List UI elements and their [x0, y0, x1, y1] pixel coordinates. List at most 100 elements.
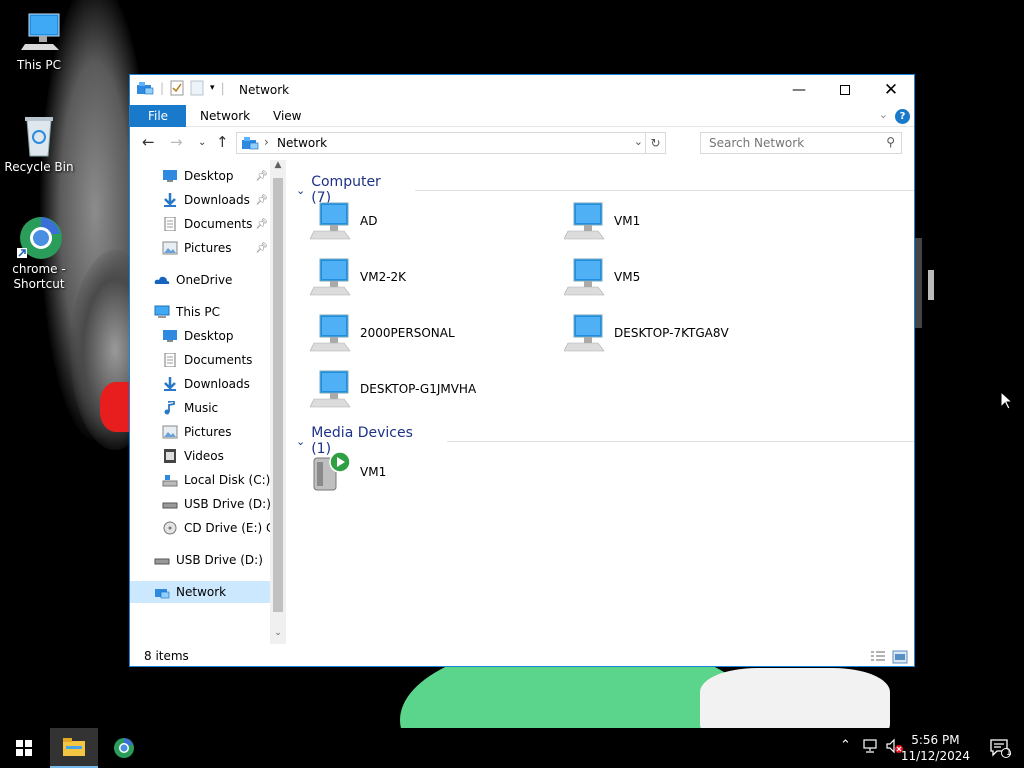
network-item-vm2-2k[interactable]: VM2-2K: [309, 253, 550, 301]
taskbar-chrome[interactable]: [100, 728, 148, 768]
maximize-button[interactable]: [822, 75, 868, 105]
nav-item-documents[interactable]: Documents 📌︎: [130, 213, 270, 235]
help-icon[interactable]: ?: [895, 109, 910, 124]
nav-item-pc-documents[interactable]: Documents: [130, 349, 270, 371]
nav-item-usb-drive[interactable]: USB Drive (D:): [130, 493, 270, 515]
content-pane: ⌄ Computer (7) AD VM1 VM2-2K VM5 2000PER…: [286, 160, 914, 650]
desktop-icon-label: chrome - Shortcut: [12, 262, 66, 291]
start-button[interactable]: [0, 728, 48, 768]
close-icon: ✕: [883, 80, 899, 100]
network-item-vm1[interactable]: VM1: [563, 197, 804, 245]
network-item-2000personal[interactable]: 2000PERSONAL: [309, 309, 550, 357]
desktop-icon-recycle-bin[interactable]: Recycle Bin: [1, 112, 77, 175]
onedrive-icon: [154, 273, 170, 287]
network-folder-icon: [242, 137, 259, 150]
nav-item-onedrive[interactable]: OneDrive: [130, 269, 270, 291]
group-divider: [414, 189, 914, 191]
mouse-cursor-icon: [1000, 391, 1014, 410]
notification-count-badge: 1: [1006, 748, 1012, 758]
search-box[interactable]: ⚲: [700, 132, 902, 154]
scroll-up-icon[interactable]: ▲: [270, 160, 286, 176]
collapse-icon: ⌄: [296, 183, 306, 197]
nav-item-pc-desktop[interactable]: Desktop: [130, 325, 270, 347]
nav-item-pc-music[interactable]: Music: [130, 397, 270, 419]
customize-toolbar-icon[interactable]: ▾: [210, 83, 215, 93]
documents-icon: [162, 352, 178, 368]
nav-item-local-disk[interactable]: Local Disk (C:): [130, 469, 270, 491]
this-pc-icon: [15, 10, 63, 56]
action-center-button[interactable]: 1: [976, 728, 1024, 768]
nav-item-this-pc[interactable]: This PC: [130, 301, 270, 323]
desktop-icon: [162, 329, 178, 343]
wallpaper-white-shape: [700, 668, 890, 728]
scroll-thumb[interactable]: [273, 178, 283, 612]
network-item-vm5[interactable]: VM5: [563, 253, 804, 301]
computer-icon: [309, 311, 352, 355]
back-icon[interactable]: ←: [142, 133, 155, 151]
show-hidden-icons-icon[interactable]: ⌃: [840, 738, 851, 753]
taskbar-file-explorer[interactable]: [50, 728, 98, 768]
address-dropdown-icon[interactable]: ⌄: [634, 135, 643, 148]
collapse-icon: ⌄: [296, 434, 306, 448]
computer-icon: [309, 367, 352, 411]
close-button[interactable]: ✕: [868, 75, 914, 105]
breadcrumb-separator-icon[interactable]: ›: [264, 135, 269, 149]
pin-icon[interactable]: 📌︎: [255, 243, 268, 254]
pin-icon[interactable]: 📌︎: [255, 195, 268, 206]
nav-item-pc-pictures[interactable]: Pictures: [130, 421, 270, 443]
search-input[interactable]: [701, 133, 879, 153]
wallpaper-stripe-small: [928, 270, 934, 300]
navigation-scrollbar[interactable]: ▲ ⌄: [270, 160, 286, 644]
tab-network[interactable]: Network: [200, 105, 250, 127]
large-icons-view-icon[interactable]: [892, 650, 908, 664]
chrome-icon: [15, 214, 63, 260]
group-divider: [446, 440, 914, 442]
clock-time: 5:56 PM: [911, 733, 960, 747]
network-icon: [154, 585, 170, 599]
details-view-icon[interactable]: [870, 650, 886, 664]
documents-icon: [162, 216, 178, 232]
usb-drive-icon: [154, 553, 170, 567]
nav-item-downloads[interactable]: Downloads 📌︎: [130, 189, 270, 211]
nav-item-network[interactable]: Network: [130, 581, 270, 603]
network-item-ad[interactable]: AD: [309, 197, 550, 245]
new-folder-icon[interactable]: [190, 80, 204, 96]
minimize-button[interactable]: —: [776, 75, 822, 105]
computer-icon: [563, 199, 606, 243]
properties-icon[interactable]: [170, 80, 184, 96]
recycle-bin-icon: [15, 112, 63, 158]
nav-item-pc-videos[interactable]: Videos: [130, 445, 270, 467]
network-status-icon[interactable]: [862, 738, 880, 754]
forward-icon[interactable]: →: [170, 133, 183, 151]
address-bar[interactable]: › Network ⌄ ↻: [236, 132, 666, 154]
clock-date: 11/12/2024: [900, 749, 970, 763]
up-icon[interactable]: ↑: [216, 133, 229, 151]
pin-icon[interactable]: 📌︎: [255, 171, 268, 182]
breadcrumb[interactable]: Network: [277, 136, 327, 150]
tab-view[interactable]: View: [273, 105, 301, 127]
chrome-icon: [114, 738, 134, 758]
pin-icon[interactable]: 📌︎: [255, 219, 268, 230]
nav-item-pc-downloads[interactable]: Downloads: [130, 373, 270, 395]
tab-file[interactable]: File: [130, 105, 186, 127]
computer-icon: [309, 255, 352, 299]
recent-locations-icon[interactable]: ⌄: [198, 137, 206, 148]
desktop-icon-chrome-shortcut[interactable]: chrome - Shortcut: [1, 214, 77, 292]
search-icon: ⚲: [886, 135, 895, 149]
system-clock[interactable]: 5:56 PM 11/12/2024: [901, 732, 970, 764]
network-item-desktop-7ktga8v[interactable]: DESKTOP-7KTGA8V: [563, 309, 804, 357]
expand-ribbon-icon[interactable]: ⌄: [879, 108, 888, 121]
cd-drive-icon: [162, 521, 178, 535]
refresh-icon[interactable]: ↻: [645, 133, 665, 153]
nav-item-desktop[interactable]: Desktop 📌︎: [130, 165, 270, 187]
status-bar: 8 items: [130, 646, 914, 668]
explorer-window: | ▾ | Network — ✕ File Network View ⌄ ? …: [129, 74, 915, 667]
network-item-desktop-g1jmvha[interactable]: DESKTOP-G1JMVHA: [309, 365, 550, 413]
nav-item-pictures[interactable]: Pictures 📌︎: [130, 237, 270, 259]
nav-item-cd-drive[interactable]: CD Drive (E:) CD: [130, 517, 270, 539]
title-bar[interactable]: | ▾ | Network — ✕: [130, 75, 914, 105]
media-item-vm1[interactable]: VM1: [310, 448, 550, 496]
desktop-icon-this-pc[interactable]: This PC: [1, 10, 77, 73]
nav-item-usb-drive-root[interactable]: USB Drive (D:): [130, 549, 270, 571]
scroll-down-icon[interactable]: ⌄: [270, 628, 286, 644]
